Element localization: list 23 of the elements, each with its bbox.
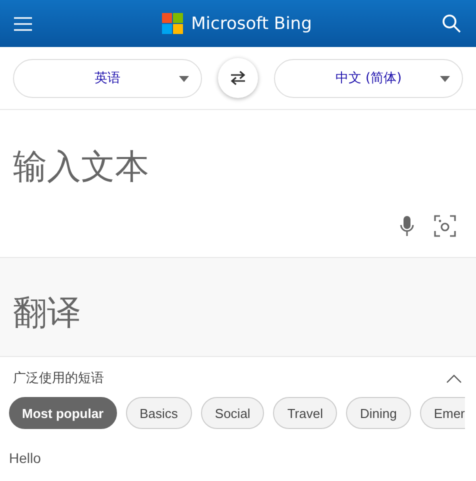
menu-icon[interactable] [14,16,32,30]
swap-languages-button[interactable] [218,58,258,98]
category-chip[interactable]: Travel [273,397,337,429]
translation-output-field[interactable]: 翻译 [0,257,476,357]
search-icon[interactable] [442,14,461,33]
source-text-field[interactable]: 输入文本 [0,110,476,200]
phrase-text[interactable]: Hello [9,450,41,466]
phrases-heading: 广泛使用的短语 [13,370,104,387]
caret-icon [440,76,450,82]
caret-icon [179,76,189,82]
category-chip[interactable]: Social [200,397,264,429]
category-chip[interactable]: Dining [346,397,411,429]
camera-icon[interactable] [434,215,456,237]
microphone-icon[interactable] [400,216,414,236]
brand-name: Microsoft Bing [191,14,312,34]
swap-arrows-icon [230,71,246,85]
source-language-dropdown[interactable]: 英语 [13,58,202,98]
category-chip[interactable]: Basics [126,397,192,429]
category-chip[interactable]: Emer [420,397,465,429]
target-language-dropdown[interactable]: 中文 (简体) [274,58,463,98]
logo-icon [162,13,184,34]
category-chip[interactable]: Most popular [9,397,117,429]
chevron-icon[interactable] [446,374,462,382]
